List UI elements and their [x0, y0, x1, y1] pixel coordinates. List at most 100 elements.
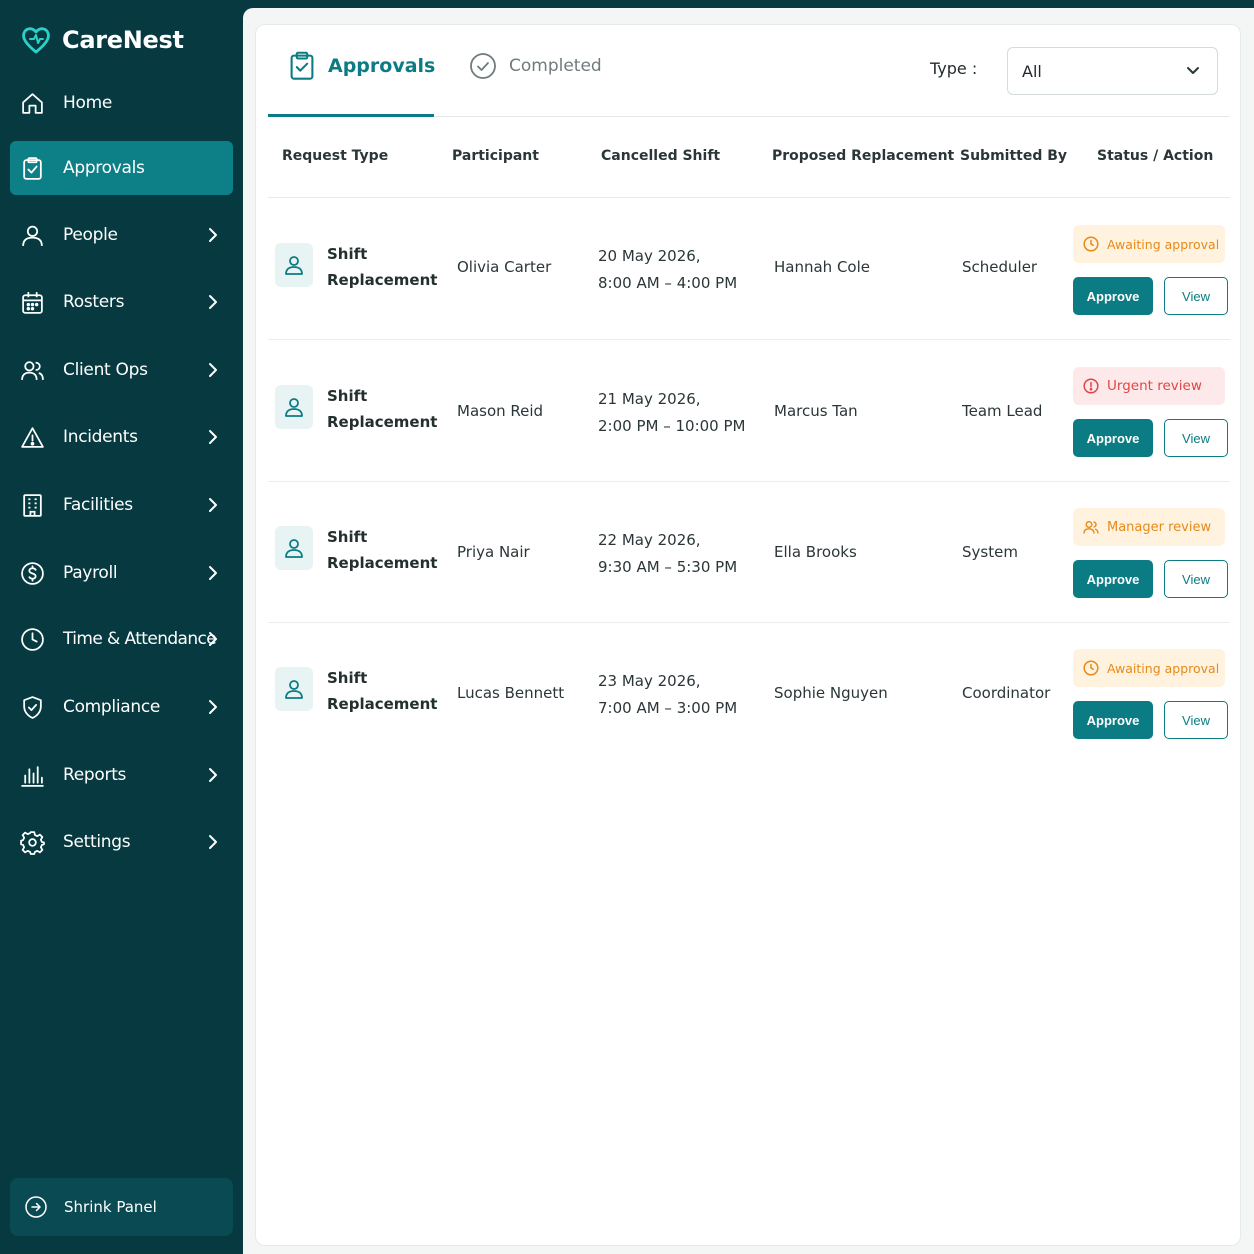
sidebar-item-facilities[interactable]: Facilities: [10, 478, 233, 532]
request-type-line: Replacement: [327, 554, 438, 572]
approve-button[interactable]: Approve: [1073, 419, 1153, 457]
approve-button[interactable]: Approve: [1073, 277, 1153, 315]
chevron-right-icon: [209, 835, 217, 849]
shift-date: 22 May 2026,: [598, 531, 701, 549]
column-header-submitted-by[interactable]: Submitted By: [960, 148, 1067, 164]
sidebar-item-label: Reports: [63, 765, 127, 785]
sidebar-item-client-ops[interactable]: Client Ops: [10, 343, 233, 397]
shrink-panel-button[interactable]: Shrink Panel: [10, 1178, 233, 1236]
sidebar-item-incidents[interactable]: Incidents: [10, 410, 233, 464]
request-type-line: Replacement: [327, 271, 438, 289]
type-filter-select[interactable]: All: [1007, 47, 1218, 95]
tab-completed-label: Completed: [509, 56, 602, 76]
cancelled-shift: 20 May 2026, 8:00 AM – 4:00 PM: [598, 243, 737, 297]
approve-button[interactable]: Approve: [1073, 560, 1153, 598]
request-type: Shift Replacement: [327, 241, 447, 293]
avatar: [275, 667, 313, 711]
warning-triangle-icon: [19, 424, 45, 450]
building-icon: [19, 492, 45, 518]
sidebar-item-label: Home: [63, 93, 113, 113]
sidebar-item-time-attendance[interactable]: Time & Attendance: [10, 612, 233, 666]
tab-completed[interactable]: Completed: [469, 51, 602, 81]
type-filter-label: Type :: [930, 59, 978, 78]
chevron-right-icon: [209, 228, 217, 242]
request-type: Shift Replacement: [327, 665, 447, 717]
sidebar-item-rosters[interactable]: Rosters: [10, 275, 233, 329]
request-type-line: Shift: [327, 669, 368, 687]
clipboard-check-icon: [19, 155, 45, 181]
sidebar-item-compliance[interactable]: Compliance: [10, 680, 233, 734]
participant-name: Priya Nair: [457, 543, 530, 561]
status-badge: Awaiting approval: [1073, 649, 1225, 687]
sidebar-item-label: Settings: [63, 832, 131, 852]
tab-approvals[interactable]: Approvals: [288, 51, 435, 81]
shift-date: 20 May 2026,: [598, 247, 701, 265]
sidebar-item-label: Incidents: [63, 427, 138, 447]
cancelled-shift: 23 May 2026, 7:00 AM – 3:00 PM: [598, 668, 737, 722]
user-icon: [285, 256, 303, 275]
status-text: Awaiting approval: [1107, 660, 1220, 676]
sidebar-item-label: Facilities: [63, 495, 133, 515]
view-button[interactable]: View: [1164, 277, 1228, 315]
sidebar-item-label: People: [63, 225, 118, 245]
sidebar-item-label: Time & Attendance: [63, 629, 217, 649]
sidebar-item-label: Approvals: [63, 158, 145, 178]
request-type-line: Shift: [327, 387, 368, 405]
status-text: Urgent review: [1107, 378, 1202, 394]
sidebar-item-label: Payroll: [63, 563, 118, 583]
heart-logo-icon: [22, 27, 50, 54]
user-icon: [285, 680, 303, 699]
user-icon: [285, 398, 303, 417]
column-header-status-action[interactable]: Status / Action: [1097, 148, 1213, 164]
participant-name: Mason Reid: [457, 402, 544, 420]
request-type-line: Shift: [327, 245, 368, 263]
column-header-participant[interactable]: Participant: [452, 148, 539, 164]
chevron-right-icon: [209, 632, 217, 646]
submitted-by: Coordinator: [962, 684, 1051, 702]
column-header-request-type[interactable]: Request Type: [282, 148, 388, 164]
view-button[interactable]: View: [1164, 701, 1228, 739]
brand[interactable]: CareNest: [20, 24, 184, 56]
main-area: Approvals Completed Type : All Request T…: [243, 8, 1254, 1254]
calendar-icon: [19, 289, 45, 315]
shift-time: 2:00 PM – 10:00 PM: [598, 417, 746, 435]
submitted-by: Scheduler: [962, 258, 1038, 276]
cancelled-shift: 21 May 2026, 2:00 PM – 10:00 PM: [598, 386, 745, 440]
column-header-proposed-replacement[interactable]: Proposed Replacement: [772, 148, 954, 164]
shift-date: 21 May 2026,: [598, 390, 701, 408]
sidebar-item-reports[interactable]: Reports: [10, 748, 233, 802]
status-badge: Urgent review: [1073, 367, 1225, 405]
type-filter-value: All: [1022, 61, 1042, 81]
approve-button[interactable]: Approve: [1073, 701, 1153, 739]
sidebar-item-settings[interactable]: Settings: [10, 815, 233, 869]
brand-name: CareNest: [62, 26, 184, 54]
clock-icon: [1083, 236, 1099, 252]
status-badge: Awaiting approval: [1073, 225, 1225, 263]
sidebar-item-label: Rosters: [63, 292, 125, 312]
view-button[interactable]: View: [1164, 560, 1228, 598]
chevron-right-icon: [209, 295, 217, 309]
status-badge: Manager review: [1073, 508, 1225, 546]
participant-name: Lucas Bennett: [457, 684, 565, 702]
sidebar-item-home[interactable]: Home: [10, 76, 233, 130]
submitted-by: System: [962, 543, 1018, 561]
status-text: Manager review: [1107, 519, 1212, 535]
bar-chart-icon: [19, 762, 45, 788]
chevron-right-icon: [209, 566, 217, 580]
view-button[interactable]: View: [1164, 419, 1228, 457]
sidebar-item-payroll[interactable]: Payroll: [10, 546, 233, 600]
chevron-right-icon: [209, 363, 217, 377]
table-row: Shift Replacement Lucas Bennett 23 May 2…: [268, 623, 1230, 764]
arrow-right-circle-icon: [25, 1196, 47, 1218]
sidebar-item-approvals[interactable]: Approvals: [10, 141, 233, 195]
chevron-right-icon: [209, 768, 217, 782]
proposed-replacement: Ella Brooks: [774, 543, 857, 561]
table-header: Request Type Participant Cancelled Shift…: [268, 118, 1230, 198]
sidebar-item-people[interactable]: People: [10, 208, 233, 262]
shift-time: 7:00 AM – 3:00 PM: [598, 699, 738, 717]
chevron-right-icon: [209, 498, 217, 512]
column-header-cancelled-shift[interactable]: Cancelled Shift: [601, 148, 720, 164]
check-circle-icon: [470, 53, 496, 79]
request-type: Shift Replacement: [327, 524, 447, 576]
request-type-line: Replacement: [327, 695, 438, 713]
